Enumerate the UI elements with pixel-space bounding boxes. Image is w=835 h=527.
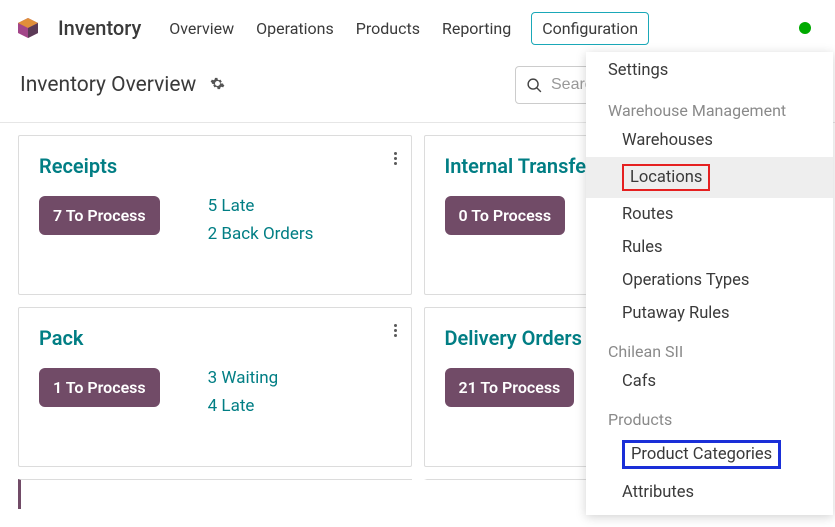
card-pack: Pack 1 To Process 3 Waiting 4 Late bbox=[18, 307, 412, 467]
search-icon bbox=[526, 77, 543, 94]
stat-waiting[interactable]: 3 Waiting bbox=[208, 368, 279, 388]
menu-operations-types[interactable]: Operations Types bbox=[586, 264, 833, 297]
menu-product-categories[interactable]: Product Categories bbox=[586, 433, 833, 476]
nav-products[interactable]: Products bbox=[354, 13, 422, 44]
card-stub bbox=[18, 479, 412, 509]
menu-product-categories-label: Product Categories bbox=[622, 440, 781, 469]
kebab-icon[interactable] bbox=[394, 152, 397, 165]
stat-late[interactable]: 5 Late bbox=[208, 196, 314, 216]
configuration-dropdown: Settings Warehouse Management Warehouses… bbox=[586, 52, 833, 515]
stat-late[interactable]: 4 Late bbox=[208, 396, 279, 416]
app-logo-icon bbox=[16, 16, 40, 40]
kebab-icon[interactable] bbox=[394, 324, 397, 337]
menu-cafs[interactable]: Cafs bbox=[586, 365, 833, 398]
process-badge[interactable]: 21 To Process bbox=[445, 368, 575, 407]
nav-reporting[interactable]: Reporting bbox=[440, 13, 513, 44]
menu-settings[interactable]: Settings bbox=[586, 52, 833, 89]
nav-configuration[interactable]: Configuration bbox=[531, 12, 649, 45]
status-indicator-icon bbox=[799, 22, 811, 34]
menu-header-products: Products bbox=[586, 398, 833, 433]
menu-locations-label: Locations bbox=[622, 164, 710, 191]
process-badge[interactable]: 0 To Process bbox=[445, 196, 566, 235]
process-badge[interactable]: 7 To Process bbox=[39, 196, 160, 235]
menu-putaway-rules[interactable]: Putaway Rules bbox=[586, 297, 833, 330]
stat-backorders[interactable]: 2 Back Orders bbox=[208, 224, 314, 244]
menu-warehouses[interactable]: Warehouses bbox=[586, 124, 833, 157]
menu-rules[interactable]: Rules bbox=[586, 231, 833, 264]
page-title: Inventory Overview bbox=[20, 73, 196, 97]
gear-icon[interactable] bbox=[210, 76, 225, 95]
menu-header-chilean-sii: Chilean SII bbox=[586, 330, 833, 365]
nav-operations[interactable]: Operations bbox=[254, 13, 336, 44]
card-title[interactable]: Receipts bbox=[39, 154, 391, 178]
menu-routes[interactable]: Routes bbox=[586, 198, 833, 231]
card-receipts: Receipts 7 To Process 5 Late 2 Back Orde… bbox=[18, 135, 412, 295]
menu-locations[interactable]: Locations bbox=[586, 157, 833, 198]
top-navbar: Inventory Overview Operations Products R… bbox=[0, 0, 835, 56]
process-badge[interactable]: 1 To Process bbox=[39, 368, 160, 407]
nav-overview[interactable]: Overview bbox=[167, 13, 236, 44]
card-title[interactable]: Pack bbox=[39, 326, 391, 350]
app-title[interactable]: Inventory bbox=[58, 16, 141, 40]
menu-header-warehouse: Warehouse Management bbox=[586, 89, 833, 124]
menu-attributes[interactable]: Attributes bbox=[586, 476, 833, 509]
